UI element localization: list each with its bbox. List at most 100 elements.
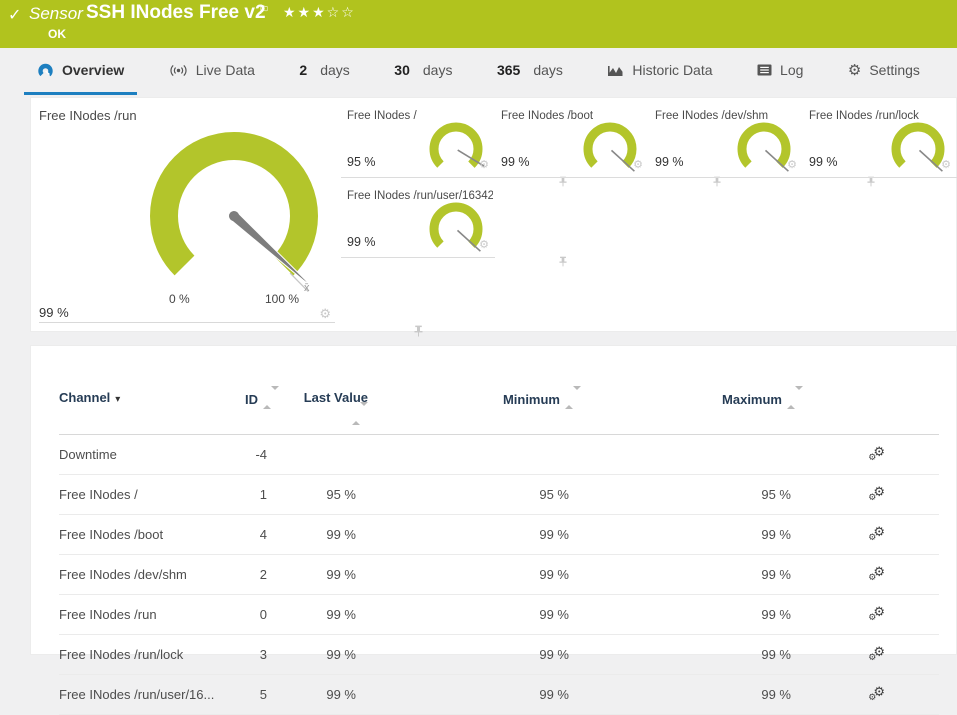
channel-settings-icon[interactable]: ⚙⚙ (868, 444, 885, 462)
tab-settings[interactable]: ⚙ Settings (835, 48, 933, 95)
tab-number: 365 (496, 62, 521, 78)
sensor-header: ✓ Sensor SSH INodes Free v2 ⚐ ★★★☆☆ OK (0, 0, 957, 48)
channel-id: 0 (221, 594, 279, 635)
minimum-value: 99 % (368, 594, 581, 635)
channel-row[interactable]: Free INodes /dev/shm 2 99 % 99 % 99 % ⚙⚙ (59, 554, 939, 595)
tab-label: Settings (869, 62, 920, 78)
tab-overview[interactable]: Overview (24, 48, 138, 95)
channel-id: -4 (221, 434, 279, 475)
maximum-value: 99 % (581, 514, 803, 555)
gauge-scale-max: 100 % (265, 292, 300, 306)
small-gauge (429, 122, 485, 176)
channel-id: 4 (221, 514, 279, 555)
column-header-channel[interactable]: Channel ▾ (59, 346, 221, 435)
column-header-maximum[interactable]: Maximum (581, 346, 803, 435)
gauges-panel: Free INodes /run x̄ 0 % 100 % 99 % ⚙ Fre… (30, 97, 957, 337)
gauge-settings-icon[interactable]: ⚙ (479, 160, 489, 171)
channel-id: 2 (221, 554, 279, 595)
channel-settings-icon[interactable]: ⚙⚙ (868, 644, 885, 662)
channel-settings-icon[interactable]: ⚙⚙ (868, 684, 885, 702)
sensor-title: SSH INodes Free v2 (86, 2, 266, 23)
gauge-title: Free INodes /run (39, 108, 137, 123)
tab-number: 2 (299, 62, 308, 78)
channel-name: Free INodes /boot (59, 514, 221, 555)
channel-row[interactable]: Free INodes /run 0 99 % 99 % 99 % ⚙⚙ (59, 594, 939, 635)
sort-icon (787, 386, 803, 409)
tab-bar: Overview Live Data 2 days 30 days 365 da… (0, 48, 957, 95)
tab-label: Overview (62, 62, 125, 78)
maximum-value: 99 % (581, 554, 803, 595)
pin-icon[interactable] (559, 256, 567, 267)
small-gauge (737, 122, 791, 176)
channel-row[interactable]: Free INodes /boot 4 99 % 99 % 99 % ⚙⚙ (59, 514, 939, 555)
channel-row[interactable]: Free INodes /run/user/16... 5 99 % 99 % 99 %… (59, 674, 939, 715)
log-icon (757, 64, 772, 76)
tab-label: days (422, 62, 453, 78)
maximum-value: 95 % (581, 474, 803, 515)
channel-actions-cell: ⚙⚙ (803, 554, 939, 595)
sensor-category-label: Sensor (29, 4, 83, 23)
gauge-value: 99 % (809, 155, 838, 169)
gauge-settings-icon[interactable]: ⚙ (633, 160, 643, 171)
tab-label: days (533, 62, 563, 78)
maximum-value: 99 % (581, 594, 803, 635)
tab-365-days[interactable]: 365 days (484, 48, 576, 95)
channel-settings-icon[interactable]: ⚙⚙ (868, 604, 885, 622)
last-value: 95 % (279, 474, 368, 515)
column-header-last-value[interactable]: Last Value (279, 346, 368, 435)
column-header-id[interactable]: ID (221, 346, 279, 435)
area-chart-icon (607, 64, 624, 77)
channel-settings-icon[interactable]: ⚙⚙ (868, 484, 885, 502)
flag-icon[interactable]: ⚐ (258, 2, 270, 18)
gauge-value: 99 % (347, 235, 376, 249)
channel-actions-cell: ⚙⚙ (803, 434, 939, 475)
tab-label: Historic Data (632, 62, 713, 78)
small-gauge (429, 202, 483, 256)
channel-id: 5 (221, 674, 279, 715)
gauge-scale-min: 0 % (169, 292, 190, 306)
tab-label: Live Data (195, 62, 255, 78)
sort-icon (565, 386, 581, 409)
small-gauge (891, 122, 945, 176)
last-value: 99 % (279, 514, 368, 555)
minimum-value: 95 % (368, 474, 581, 515)
small-gauge (583, 122, 637, 176)
tab-label: Log (780, 62, 804, 78)
tab-number: 30 (394, 62, 410, 78)
minimum-value: 99 % (368, 674, 581, 715)
tab-2-days[interactable]: 2 days (286, 48, 362, 95)
gauge-title: Free INodes / (347, 110, 417, 122)
column-header-actions (803, 346, 939, 435)
gauge-settings-icon[interactable]: ⚙ (941, 160, 951, 171)
channel-settings-icon[interactable]: ⚙⚙ (868, 564, 885, 582)
gauge-value: 95 % (347, 155, 376, 169)
last-value: 99 % (279, 554, 368, 595)
last-value (279, 434, 368, 475)
maximum-value (581, 434, 803, 475)
channel-row[interactable]: Free INodes /1 95 % 95 % 95 % ⚙⚙ (59, 474, 939, 515)
channel-name: Free INodes /run/user/16... (59, 674, 221, 715)
tab-live-data[interactable]: Live Data (156, 48, 268, 95)
gauge-settings-icon[interactable]: ⚙ (787, 160, 797, 171)
last-value: 99 % (279, 674, 368, 715)
tab-30-days[interactable]: 30 days (381, 48, 465, 95)
average-marker-label: x̄ (304, 282, 310, 294)
column-header-minimum[interactable]: Minimum (368, 346, 581, 435)
small-gauge-tile: Free INodes /boot 99 % ⚙ (495, 98, 721, 187)
priority-stars[interactable]: ★★★☆☆ (283, 4, 356, 21)
channel-settings-icon[interactable]: ⚙⚙ (868, 524, 885, 542)
tab-log[interactable]: Log (744, 48, 816, 95)
pin-icon[interactable] (414, 325, 423, 337)
tab-label: days (320, 62, 350, 78)
channels-table: Channel ▾ ID Last Value Minimum Maximum Downt… (59, 346, 939, 715)
gauge-settings-icon[interactable]: ⚙ (479, 240, 489, 251)
sort-active-icon: ▾ (115, 394, 121, 405)
channel-actions-cell: ⚙⚙ (803, 674, 939, 715)
broadcast-icon (169, 64, 188, 77)
tab-historic-data[interactable]: Historic Data (594, 48, 725, 95)
maximum-value: 99 % (581, 674, 803, 715)
gauge-value: 99 % (39, 305, 69, 320)
gauge-settings-icon[interactable]: ⚙ (319, 307, 331, 320)
channel-row[interactable]: Downtime -4 ⚙⚙ (59, 434, 939, 475)
small-gauge-tile: Free INodes /run/lock 99 % ⚙ (803, 98, 957, 178)
